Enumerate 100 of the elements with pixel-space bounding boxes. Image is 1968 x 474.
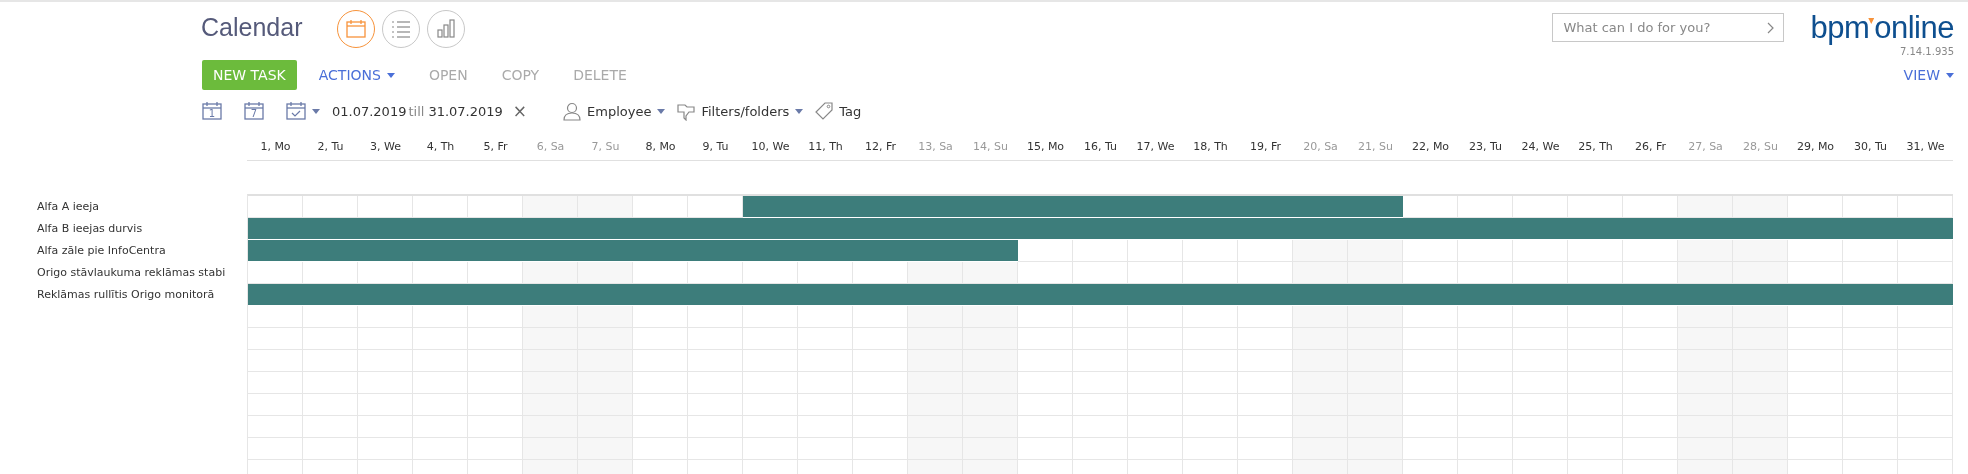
- view-toggle-button[interactable]: [382, 10, 421, 48]
- timeline-cell[interactable]: [1623, 262, 1678, 284]
- timeline-cell[interactable]: [1733, 196, 1788, 218]
- timeline-cell[interactable]: [853, 262, 908, 284]
- day-header: 22, Mo: [1410, 140, 1451, 153]
- timeline-cell[interactable]: [1293, 262, 1348, 284]
- timeline-cell[interactable]: [358, 262, 413, 284]
- timeline-cell[interactable]: [633, 196, 688, 218]
- timeline-cell[interactable]: [688, 196, 743, 218]
- timeline-cell[interactable]: [963, 262, 1018, 284]
- day-header: 6, Sa: [535, 140, 566, 153]
- timeline-cell[interactable]: [1513, 196, 1568, 218]
- timeline-cell[interactable]: [413, 262, 468, 284]
- timeline-cell[interactable]: [1183, 240, 1238, 262]
- toolbar-button[interactable]: ACTIONS: [306, 60, 407, 90]
- filter-button[interactable]: Filters/folders: [677, 101, 804, 121]
- timeline-cell[interactable]: [1458, 262, 1513, 284]
- timeline-cell[interactable]: [1348, 262, 1403, 284]
- period-picker-button[interactable]: [286, 101, 320, 121]
- event-bar[interactable]: [1898, 284, 1953, 305]
- timeline-cell[interactable]: [1788, 240, 1843, 262]
- timeline-cell[interactable]: [1183, 262, 1238, 284]
- caret-icon: [312, 108, 320, 114]
- day-header: 28, Su: [1742, 140, 1779, 153]
- timeline-cell[interactable]: [468, 262, 523, 284]
- timeline-cell[interactable]: [1513, 240, 1568, 262]
- calendar-check-icon: [286, 101, 306, 121]
- resource-label: Reklāmas rullītis Origo monitorā: [36, 287, 216, 303]
- caret-icon: [386, 72, 395, 78]
- timeline-cell[interactable]: [798, 262, 853, 284]
- event-bar[interactable]: [1898, 218, 1953, 239]
- timeline-cell[interactable]: [413, 196, 468, 218]
- timeline-cell[interactable]: [248, 196, 303, 218]
- timeline-cell[interactable]: [1018, 262, 1073, 284]
- timeline-cell[interactable]: [468, 196, 523, 218]
- timeline-cell[interactable]: [1403, 262, 1458, 284]
- timeline-cell[interactable]: [1898, 262, 1953, 284]
- timeline-cell[interactable]: [743, 262, 798, 284]
- timeline-cell[interactable]: [1513, 262, 1568, 284]
- clear-button[interactable]: ×: [512, 101, 528, 121]
- timeline-cell[interactable]: [1128, 240, 1183, 262]
- toolbar-button[interactable]: NEW TASK: [202, 60, 297, 90]
- timeline-cell[interactable]: [1458, 240, 1513, 262]
- timeline-cell[interactable]: [523, 262, 578, 284]
- timeline-cell[interactable]: [1238, 262, 1293, 284]
- timeline-cell[interactable]: [1293, 240, 1348, 262]
- calendar-period-button[interactable]: 7: [244, 100, 264, 122]
- day-header: 1, Mo: [259, 140, 292, 153]
- timeline-cell[interactable]: [1898, 240, 1953, 262]
- timeline-cell[interactable]: [1238, 240, 1293, 262]
- timeline-cell[interactable]: [358, 196, 413, 218]
- view-toggle-button[interactable]: [337, 10, 376, 48]
- timeline-cell[interactable]: [1678, 240, 1733, 262]
- timeline-cell[interactable]: [688, 262, 743, 284]
- timeline-cell[interactable]: [1843, 240, 1898, 262]
- timeline-cell[interactable]: [303, 262, 358, 284]
- timeline-cell[interactable]: [1568, 240, 1623, 262]
- filter-button[interactable]: Tag: [815, 101, 862, 121]
- timeline-cell[interactable]: [1348, 240, 1403, 262]
- timeline-cell[interactable]: [1458, 196, 1513, 218]
- event-bar[interactable]: [248, 240, 303, 261]
- view-menu-button[interactable]: VIEW: [1903, 60, 1954, 90]
- filter-button[interactable]: Employee: [563, 101, 666, 121]
- view-toggle-button[interactable]: [427, 10, 466, 48]
- timeline-cell[interactable]: [1733, 240, 1788, 262]
- timeline-cell[interactable]: [1843, 262, 1898, 284]
- timeline-cell[interactable]: [633, 262, 688, 284]
- event-bar[interactable]: [248, 284, 303, 305]
- timeline-cell[interactable]: [1128, 262, 1183, 284]
- timeline-cell[interactable]: [578, 196, 633, 218]
- timeline-cell[interactable]: [303, 196, 358, 218]
- timeline-cell[interactable]: [908, 262, 963, 284]
- timeline-cell[interactable]: [1788, 262, 1843, 284]
- timeline-cell[interactable]: [1568, 262, 1623, 284]
- timeline-cell[interactable]: [1733, 262, 1788, 284]
- timeline-cell[interactable]: [1018, 240, 1073, 262]
- timeline-cell[interactable]: [1403, 240, 1458, 262]
- timeline-cell[interactable]: [1678, 196, 1733, 218]
- timeline-cell[interactable]: [1403, 196, 1458, 218]
- timeline-cell[interactable]: [1788, 196, 1843, 218]
- bar-chart-icon: [436, 19, 457, 39]
- day-header: 13, Sa: [917, 140, 954, 153]
- event-bar[interactable]: [743, 196, 798, 217]
- timeline-cell[interactable]: [1843, 196, 1898, 218]
- timeline-cell[interactable]: [1073, 262, 1128, 284]
- timeline-cell[interactable]: [523, 196, 578, 218]
- timeline-cell[interactable]: [1568, 196, 1623, 218]
- timeline-cell[interactable]: [1898, 196, 1953, 218]
- timeline-cell[interactable]: [1623, 196, 1678, 218]
- calendar-period-button[interactable]: 1: [202, 100, 222, 122]
- event-bar[interactable]: [963, 240, 1018, 261]
- search-field[interactable]: What can I do for you?: [1552, 13, 1785, 42]
- timeline-cell[interactable]: [1073, 240, 1128, 262]
- event-bar[interactable]: [1348, 196, 1403, 217]
- timeline-cell[interactable]: [1623, 240, 1678, 262]
- timeline-cell[interactable]: [578, 262, 633, 284]
- day-header: 2, Tu: [316, 140, 345, 153]
- timeline-cell[interactable]: [1678, 262, 1733, 284]
- timeline-cell[interactable]: [248, 262, 303, 284]
- event-bar[interactable]: [248, 218, 303, 239]
